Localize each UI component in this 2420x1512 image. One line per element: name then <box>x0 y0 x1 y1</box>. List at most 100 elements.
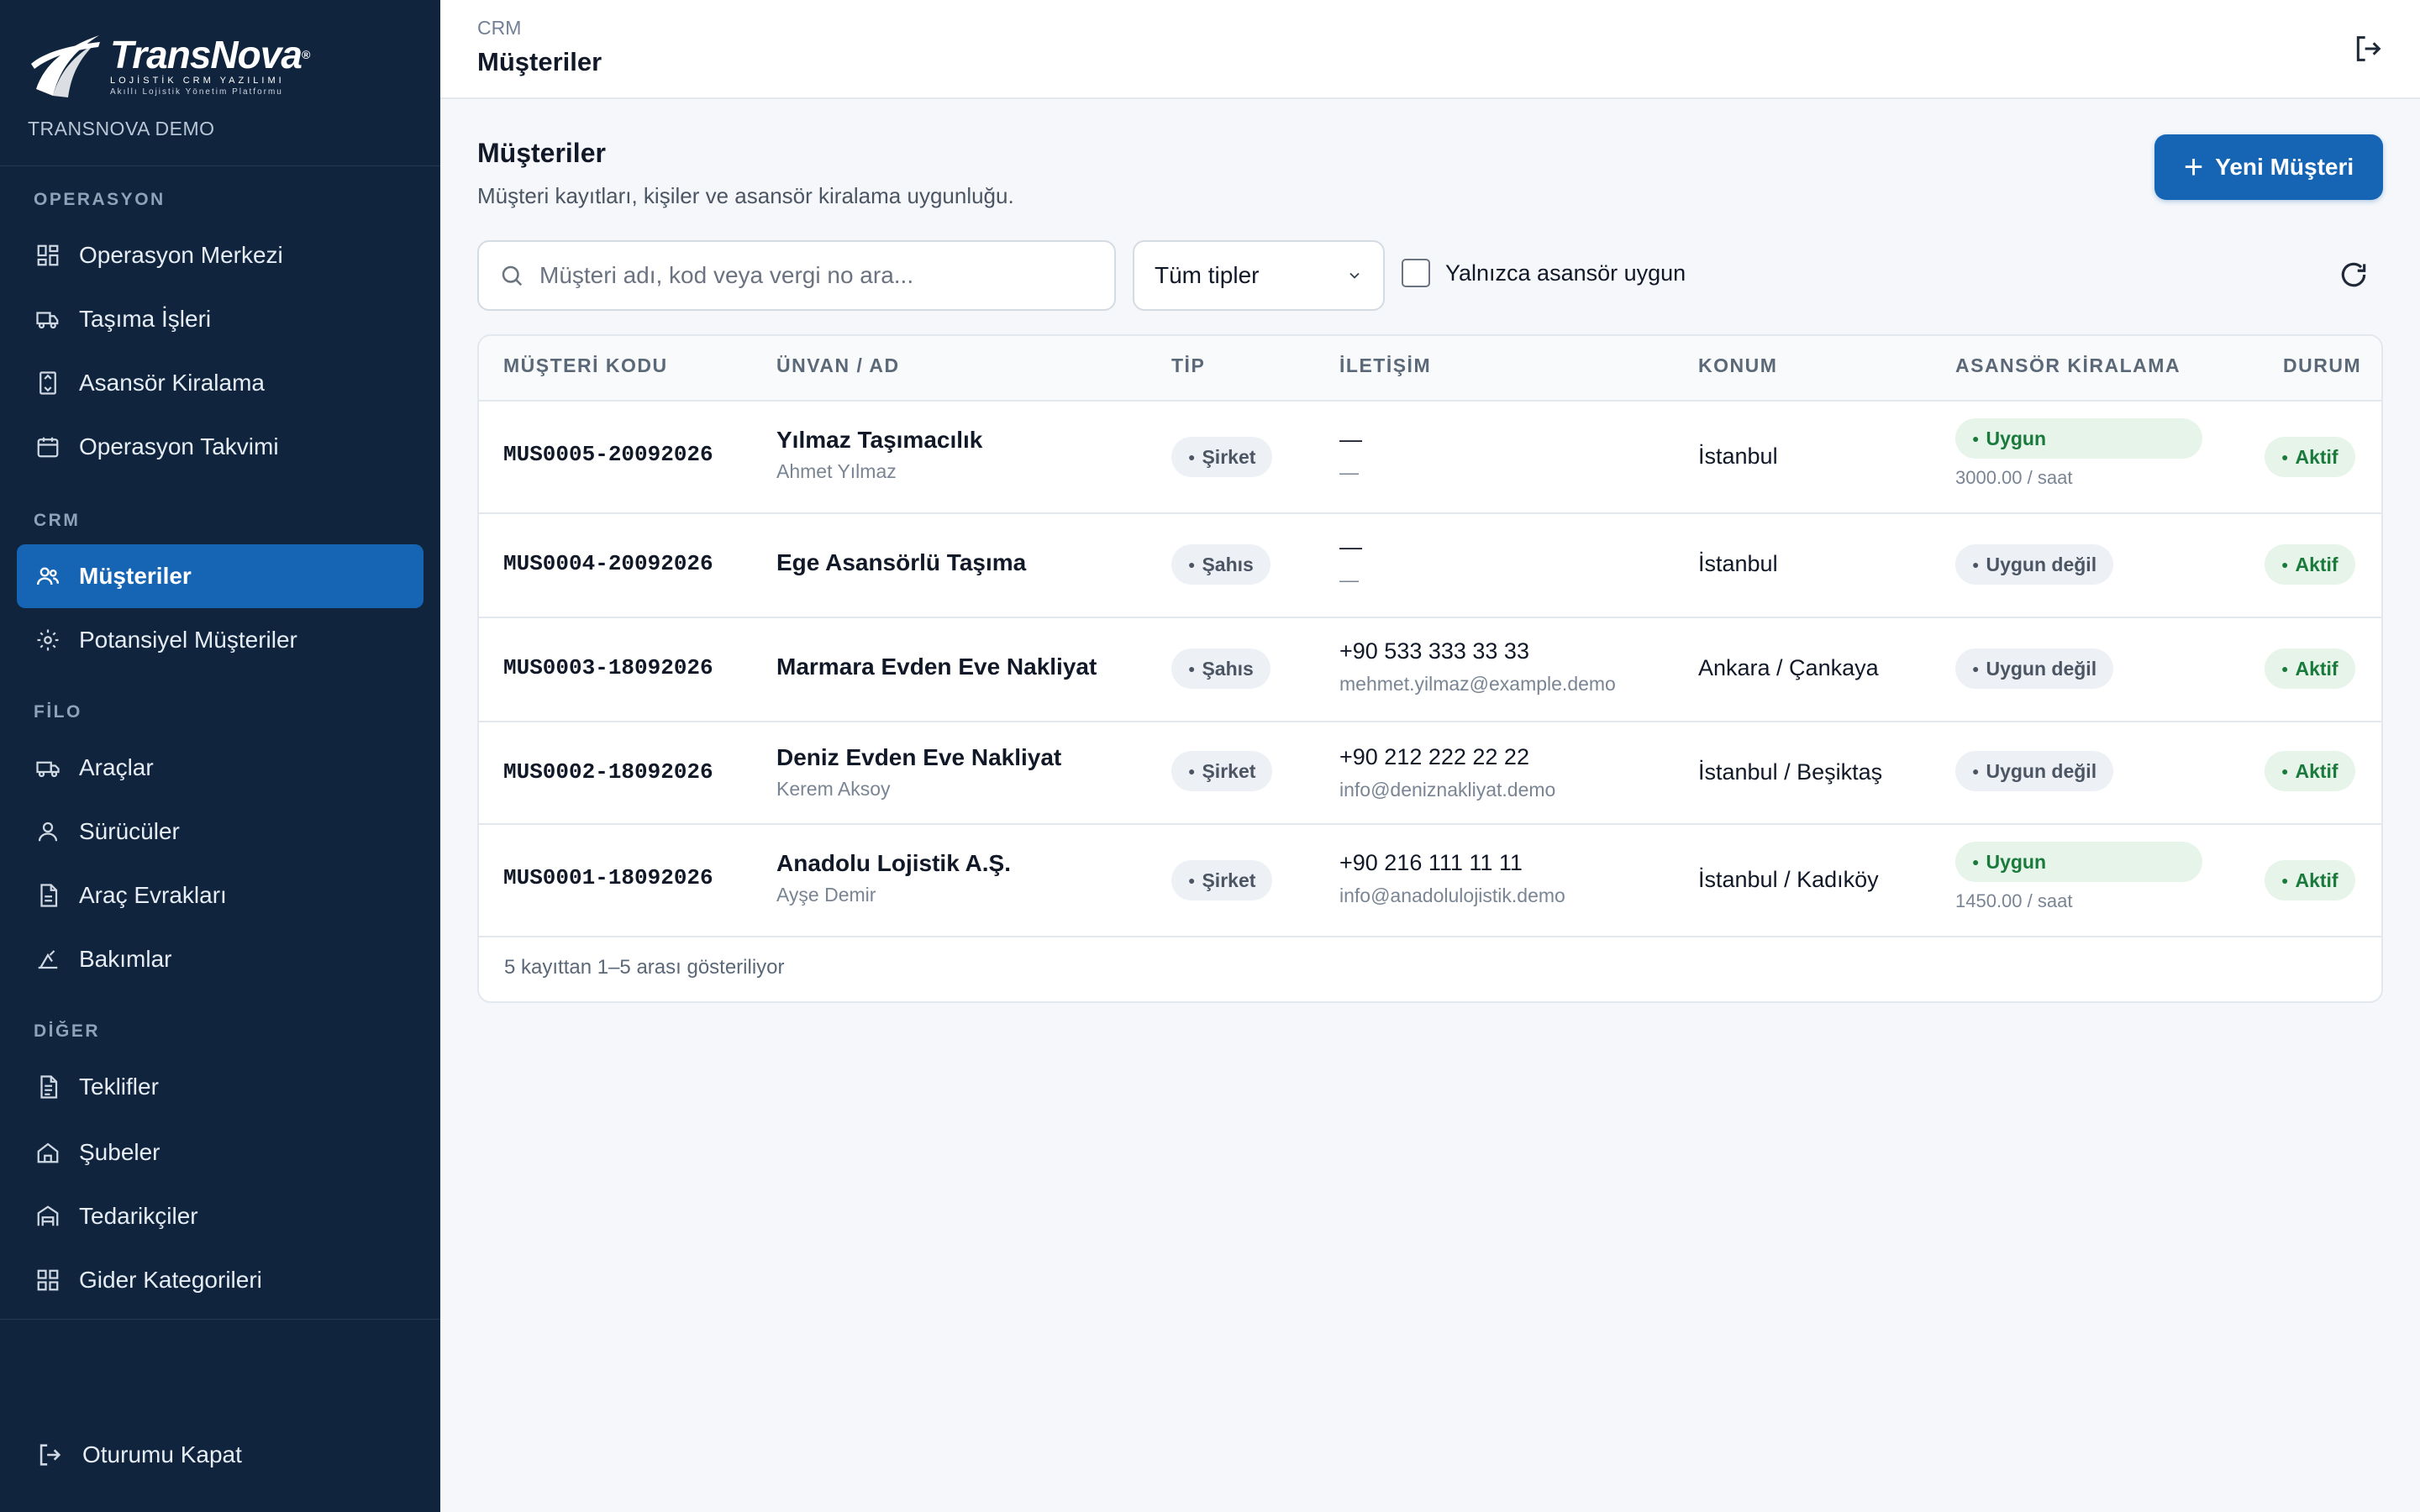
status-badge: ● Aktif <box>2265 544 2355 585</box>
logout-label: Oturumu Kapat <box>82 1441 242 1467</box>
top-bar: CRM Müşteriler <box>440 0 2420 99</box>
dot-icon: ● <box>1188 558 1196 571</box>
column-header-status[interactable]: DURUM <box>2283 354 2361 377</box>
status-label: Aktif <box>2295 553 2338 575</box>
header-title: Müşteriler <box>477 47 602 76</box>
customer-code: MUS0002-18092026 <box>503 759 713 785</box>
plus-icon: + <box>2183 149 2204 186</box>
elevator-status-label: Uygun <box>1986 850 2047 873</box>
dot-icon: ● <box>1188 874 1196 887</box>
table-row[interactable]: MUS0002-18092026 Deniz Evden Eve Nakliya… <box>479 722 2381 825</box>
breadcrumb[interactable]: CRM <box>477 17 521 39</box>
logout-icon[interactable] <box>2351 32 2385 66</box>
sidebar-item-operasyon-merkezi[interactable]: Operasyon Merkezi <box>17 223 424 287</box>
sidebar-item-tasima-isleri[interactable]: Taşıma İşleri <box>17 287 424 351</box>
sidebar-item-subeler[interactable]: Şubeler <box>17 1121 424 1184</box>
column-header-code[interactable]: MÜŞTERİ KODU <box>503 354 668 377</box>
brand-trademark: ® <box>301 47 310 61</box>
customer-location: İstanbul / Kadıköy <box>1698 867 1879 892</box>
section-label-operasyon: OPERASYON <box>34 190 166 209</box>
sidebar-logout-button[interactable]: Oturumu Kapat <box>17 1423 424 1487</box>
dot-icon: ● <box>1972 558 1980 571</box>
sidebar-item-tedarikciler[interactable]: Tedarikçiler <box>17 1184 424 1248</box>
sidebar-item-gider-kategorileri[interactable]: Gider Kategorileri <box>17 1248 424 1312</box>
elevator-only-toggle[interactable]: Yalnızca asansör uygun <box>1402 259 1686 287</box>
file-text-icon <box>35 1074 60 1100</box>
type-filter-select[interactable]: Tüm tipler <box>1133 240 1385 311</box>
status-label: Aktif <box>2295 445 2338 468</box>
document-icon <box>35 883 60 908</box>
column-header-elevator[interactable]: ASANSÖR KİRALAMA <box>1955 354 2181 377</box>
table-row[interactable]: MUS0003-18092026 Marmara Evden Eve Nakli… <box>479 618 2381 722</box>
elevator-icon <box>35 370 60 396</box>
status-label: Aktif <box>2295 759 2338 782</box>
elevator-rate: 1450.00 / saat <box>1955 890 2073 911</box>
dot-icon: ● <box>1188 450 1196 464</box>
sidebar-item-operasyon-takvimi[interactable]: Operasyon Takvimi <box>17 415 424 479</box>
sidebar-item-suruculer[interactable]: Sürücüler <box>17 800 424 864</box>
dot-icon: ● <box>1972 662 1980 675</box>
dot-icon: ● <box>1972 432 1980 445</box>
sidebar-item-arac-evraklari[interactable]: Araç Evrakları <box>17 864 424 927</box>
column-header-location[interactable]: KONUM <box>1698 354 1777 377</box>
vehicle-icon <box>35 755 60 780</box>
customer-code: MUS0001-18092026 <box>503 865 713 890</box>
contact-phone: — <box>1339 534 1362 559</box>
table-row[interactable]: MUS0004-20092026 Ege Asansörlü Taşıma ● Ş… <box>479 514 2381 618</box>
elevator-status-badge: ● Uygun değil <box>1955 648 2114 689</box>
status-label: Aktif <box>2295 657 2338 680</box>
elevator-status-badge: ● Uygun değil <box>1955 544 2114 585</box>
customer-name[interactable]: Deniz Evden Eve Nakliyat <box>776 744 1061 771</box>
elevator-status-label: Uygun değil <box>1986 759 2097 782</box>
search-icon <box>502 265 523 286</box>
type-badge-label: Şahıs <box>1202 657 1254 680</box>
contact-email: — <box>1339 569 1359 591</box>
sidebar-item-bakimlar[interactable]: Bakımlar <box>17 927 424 991</box>
brand-tagline: LOJİSTİK CRM YAZILIMI <box>110 75 285 86</box>
page-title: Müşteriler <box>477 138 606 168</box>
customer-name[interactable]: Ege Asansörlü Taşıma <box>776 549 1026 576</box>
elevator-status-label: Uygun <box>1986 427 2047 449</box>
customer-name[interactable]: Anadolu Lojistik A.Ş. <box>776 850 1011 877</box>
new-customer-button[interactable]: + Yeni Müşteri <box>2154 134 2383 200</box>
warehouse-icon <box>35 1204 60 1229</box>
section-label-diger: DİĞER <box>34 1021 101 1041</box>
customer-location: İstanbul <box>1698 444 1778 469</box>
sidebar-item-label: Tedarikçiler <box>79 1203 198 1229</box>
sidebar-item-araclar[interactable]: Araçlar <box>17 736 424 800</box>
user-icon <box>35 819 60 844</box>
customer-location: İstanbul / Beşiktaş <box>1698 759 1883 785</box>
column-header-contact[interactable]: İLETİŞİM <box>1339 354 1431 377</box>
elevator-only-checkbox[interactable] <box>1402 259 1430 287</box>
table-row[interactable]: MUS0005-20092026 Yılmaz Taşımacılık Ahme… <box>479 402 2381 514</box>
customer-name[interactable]: Yılmaz Taşımacılık <box>776 427 982 454</box>
customer-name[interactable]: Marmara Evden Eve Nakliyat <box>776 654 1097 680</box>
contact-email: — <box>1339 461 1359 483</box>
type-badge: ● Şahıs <box>1171 544 1270 585</box>
column-header-name[interactable]: ÜNVAN / AD <box>776 354 900 377</box>
contact-phone: +90 216 111 11 11 <box>1339 850 1523 875</box>
search-input[interactable] <box>539 262 1086 289</box>
elevator-status-label: Uygun değil <box>1986 657 2097 680</box>
column-header-type[interactable]: TİP <box>1171 354 1205 377</box>
sidebar-item-label: Bakımlar <box>79 946 172 972</box>
elevator-status-badge: ● Uygun <box>1955 418 2202 459</box>
type-badge: ● Şirket <box>1171 437 1273 477</box>
sidebar-item-teklifler[interactable]: Teklifler <box>17 1055 424 1119</box>
sidebar-item-potansiyel-musteriler[interactable]: Potansiyel Müşteriler <box>17 608 424 672</box>
status-label: Aktif <box>2295 869 2338 891</box>
maintenance-icon <box>35 947 60 972</box>
brand-name: TransNova <box>110 32 302 76</box>
customers-table: MÜŞTERİ KODU ÜNVAN / AD TİP İLETİŞİM KON… <box>477 334 2383 1003</box>
sidebar-item-label: Araçlar <box>79 754 154 780</box>
sidebar-item-label: Gider Kategorileri <box>79 1267 262 1293</box>
contact-phone: +90 212 222 22 22 <box>1339 744 1529 769</box>
dot-icon: ● <box>2281 874 2289 887</box>
search-box[interactable] <box>477 240 1116 311</box>
sidebar-item-asansor-kiralama[interactable]: Asansör Kiralama <box>17 351 424 415</box>
table-row[interactable]: MUS0001-18092026 Anadolu Lojistik A.Ş. A… <box>479 825 2381 937</box>
refresh-icon[interactable] <box>2338 259 2370 291</box>
brand-logo[interactable]: TransNova® LOJİSTİK CRM YAZILIMI Akıllı … <box>28 30 310 101</box>
sidebar-item-label: Taşıma İşleri <box>79 306 212 332</box>
sidebar-item-musteriler[interactable]: Müşteriler <box>17 544 424 608</box>
